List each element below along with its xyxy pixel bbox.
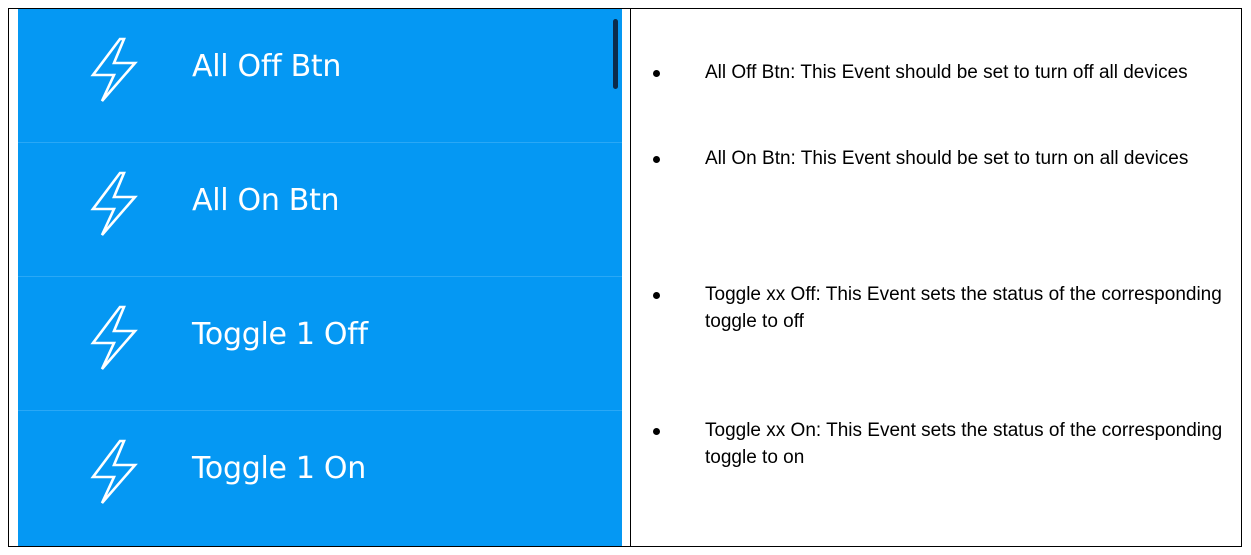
bullet-icon: [653, 156, 660, 163]
description-text: All On Btn: This Event should be set to …: [705, 148, 1189, 169]
description-text: All Off Btn: This Event should be set to…: [705, 62, 1188, 83]
description-item: All On Btn: This Event should be set to …: [653, 145, 1225, 172]
bullet-icon: [653, 70, 660, 77]
description-item: Toggle xx On: This Event sets the status…: [653, 417, 1225, 471]
lightning-bolt-icon: [89, 37, 139, 103]
event-label: Toggle 1 Off: [192, 317, 368, 352]
description-item: Toggle xx Off: This Event sets the statu…: [653, 281, 1225, 335]
screenshot-cell: All Off Btn All On Btn Toggle 1 Off Togg…: [9, 9, 631, 546]
description-cell: All Off Btn: This Event should be set to…: [631, 9, 1241, 546]
description-text: Toggle xx On: This Event sets the status…: [705, 420, 1223, 468]
event-item-all-on[interactable]: All On Btn: [18, 143, 622, 277]
event-label: Toggle 1 On: [192, 451, 366, 486]
lightning-bolt-icon: [89, 305, 139, 371]
lightning-bolt-icon: [89, 439, 139, 505]
document-table: All Off Btn All On Btn Toggle 1 Off Togg…: [8, 8, 1242, 547]
description-item: All Off Btn: This Event should be set to…: [653, 59, 1225, 86]
event-item-toggle-1-on[interactable]: Toggle 1 On: [18, 411, 622, 545]
scrollbar[interactable]: [613, 19, 618, 89]
bullet-icon: [653, 428, 660, 435]
description-text: Toggle xx Off: This Event sets the statu…: [705, 284, 1222, 332]
event-list: All Off Btn All On Btn Toggle 1 Off Togg…: [18, 9, 622, 546]
bullet-icon: [653, 292, 660, 299]
lightning-bolt-icon: [89, 171, 139, 237]
event-label: All On Btn: [192, 183, 340, 218]
event-item-all-off[interactable]: All Off Btn: [18, 9, 622, 143]
event-label: All Off Btn: [192, 49, 342, 84]
event-item-toggle-1-off[interactable]: Toggle 1 Off: [18, 277, 622, 411]
